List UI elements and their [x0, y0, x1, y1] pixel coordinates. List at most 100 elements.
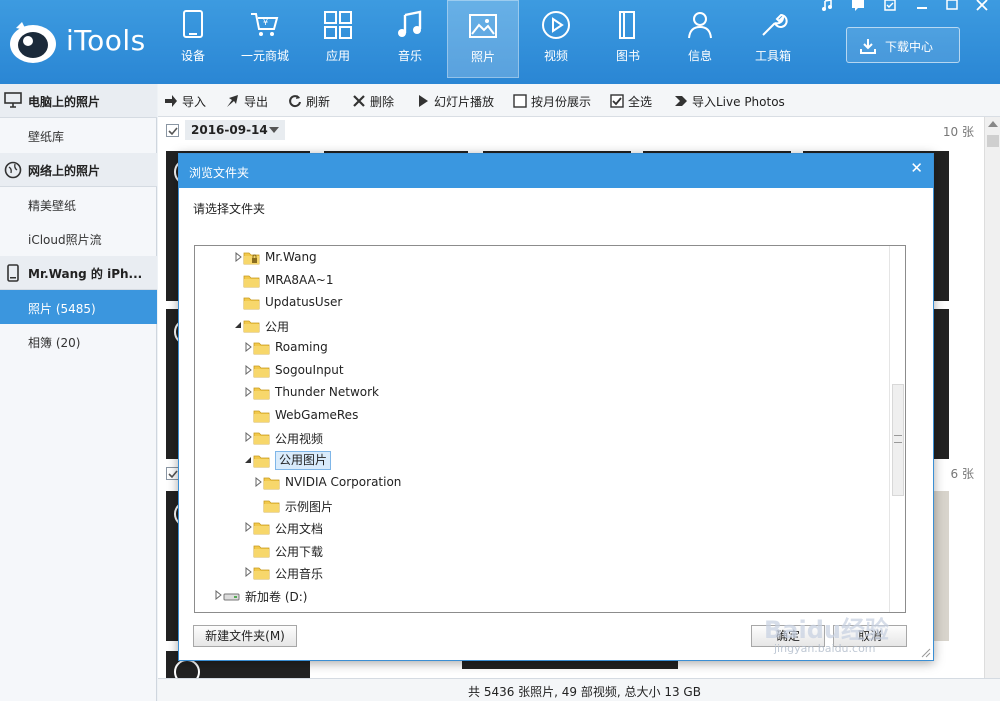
feedback-icon[interactable] [850, 0, 866, 12]
sidebar-section-pc-photos[interactable]: 电脑上的照片 [0, 84, 157, 118]
tree-node[interactable]: UpdatusUser [195, 293, 885, 313]
tree-node-label: 公用下载 [275, 544, 324, 559]
download-center-button[interactable]: 下载中心 [846, 27, 960, 63]
sidebar-item-featured-wallpaper[interactable]: 精美壁纸 [0, 187, 157, 221]
tree-expand-icon[interactable] [243, 387, 253, 397]
import-live-photos-button[interactable]: 导入Live Photos [674, 93, 794, 109]
dialog-title-bar[interactable]: 浏览文件夹 ✕ [179, 154, 933, 188]
tree-node[interactable]: 公用文档 [195, 518, 885, 538]
sidebar-item-albums[interactable]: 相簿 (20) [0, 324, 157, 358]
folder-tree[interactable]: Mr.Wang MRA8AA~1 UpdatusUser 公用 Roaming Sogou… [194, 245, 906, 613]
maximize-icon[interactable] [944, 0, 960, 12]
skin-icon[interactable] [882, 0, 898, 12]
minimize-icon[interactable] [914, 0, 930, 12]
folder-icon [243, 320, 260, 332]
delete-label: 删除 [370, 95, 395, 109]
check-icon [168, 470, 178, 479]
group-photo-count: 10 张 [942, 125, 974, 139]
group-date-selector[interactable]: 2016-09-14 [185, 120, 285, 140]
tree-expand-icon[interactable] [233, 252, 243, 262]
tree-expand-icon[interactable] [213, 589, 223, 600]
nav-tab-toolbox[interactable]: 工具箱 [737, 0, 809, 78]
tree-node[interactable]: 公用 [195, 316, 885, 336]
new-folder-button[interactable]: 新建文件夹(M) [193, 625, 297, 647]
tree-node[interactable]: NVIDIA Corporation [195, 473, 885, 493]
download-icon [860, 39, 876, 54]
photo-group-header: 2016-09-14 10 张 [158, 117, 984, 143]
delete-button[interactable]: 删除 [352, 93, 404, 109]
sidebar-device-label: Mr.Wang 的 iPh... [28, 267, 143, 281]
scroll-grip-icon [894, 435, 902, 443]
sidebar-item-icloud-stream[interactable]: iCloud照片流 [0, 221, 157, 255]
tree-node[interactable]: Mr.Wang [195, 248, 885, 268]
tree-node[interactable]: 示例图片 [195, 496, 885, 516]
tree-expand-icon[interactable] [243, 522, 253, 532]
tree-node-label: 公用 [265, 319, 290, 334]
nav-tab-label: 照片 [470, 50, 495, 64]
music-mini-icon[interactable] [820, 0, 836, 12]
refresh-button[interactable]: 刷新 [288, 93, 340, 109]
nav-tab-video[interactable]: 视频 [520, 0, 592, 78]
sidebar-section-online-photos[interactable]: 网络上的照片 [0, 153, 157, 187]
music-icon [398, 10, 422, 37]
tree-node[interactable]: WebGameRes [195, 406, 885, 426]
tree-node-label: 公用音乐 [275, 567, 324, 581]
folder-icon [253, 387, 270, 400]
tree-node[interactable]: 公用音乐 [195, 563, 885, 583]
tree-node[interactable]: Roaming [195, 338, 885, 358]
tree-node[interactable]: 公用下载 [195, 541, 885, 561]
folder-icon [263, 500, 280, 512]
photo-toolbar: 导入 导出 刷新 删除 幻灯片播放 按月份展示 全选 导入Live Photos [158, 84, 1000, 117]
by-month-checkbox[interactable]: 按月份展示 [513, 93, 603, 109]
tree-expand-icon[interactable] [253, 477, 263, 487]
watermark: Baidu经验 jingyan.baidu.com [764, 590, 964, 660]
device-icon [183, 10, 203, 38]
video-icon [542, 11, 570, 39]
refresh-icon [289, 95, 301, 108]
tree-expand-icon[interactable] [243, 567, 253, 577]
content-scrollbar[interactable] [984, 117, 1000, 678]
nav-tab-book[interactable]: 图书 [592, 0, 664, 78]
dialog-close-icon[interactable]: ✕ [910, 159, 923, 177]
check-icon [168, 127, 178, 136]
export-button[interactable]: 导出 [226, 93, 278, 109]
tree-expand-icon[interactable] [243, 364, 253, 375]
tree-node[interactable]: SogouInput [195, 361, 885, 381]
folder-icon [243, 297, 260, 310]
close-window-icon[interactable] [974, 0, 990, 12]
tree-expand-icon[interactable] [243, 432, 253, 442]
sidebar-item-photos[interactable]: 照片 (5485) [0, 290, 157, 324]
tree-expand-icon[interactable] [243, 342, 253, 352]
tree-node-label: 公用文档 [275, 522, 324, 536]
nav-tab-cart[interactable]: ¥ 一元商城 [229, 0, 301, 78]
tree-collapse-icon[interactable] [243, 455, 253, 465]
tree-node[interactable]: 公用视频 [195, 428, 885, 448]
tree-node[interactable]: MRA8AA~1 [195, 271, 885, 291]
sidebar-section-device[interactable]: Mr.Wang 的 iPh... [0, 256, 157, 290]
nav-tab-contact[interactable]: 信息 [664, 0, 736, 78]
import-button[interactable]: 导入 [164, 93, 216, 109]
tree-node-label: UpdatusUser [265, 295, 343, 309]
select-all-checkbox[interactable]: 全选 [610, 93, 662, 109]
drive-icon [223, 593, 240, 600]
tree-scrollbar[interactable] [889, 246, 905, 612]
nav-tab-photo[interactable]: 照片 [447, 0, 519, 78]
nav-tab-music[interactable]: 音乐 [374, 0, 446, 78]
tree-collapse-icon[interactable] [233, 320, 243, 330]
slideshow-button[interactable]: 幻灯片播放 [416, 93, 506, 109]
tree-node[interactable]: 公用图片 [195, 450, 885, 471]
folder-icon [253, 365, 270, 377]
folder-icon [243, 252, 260, 265]
group-select-checkbox[interactable] [166, 124, 179, 137]
book-icon [619, 11, 635, 39]
scrollbar-thumb[interactable] [987, 135, 999, 147]
tree-node-label: WebGameRes [275, 407, 359, 422]
nav-tab-apps[interactable]: 应用 [302, 0, 374, 78]
sidebar-item-wallpaper-lib[interactable]: 壁纸库 [0, 118, 157, 152]
nav-tab-device[interactable]: 设备 [157, 0, 229, 78]
tree-node[interactable]: Thunder Network [195, 383, 885, 403]
nav-tab-label: 一元商城 [240, 49, 289, 63]
export-arrow-icon [227, 95, 238, 107]
nav-tab-label: 图书 [615, 49, 640, 63]
folder-icon [253, 410, 270, 422]
